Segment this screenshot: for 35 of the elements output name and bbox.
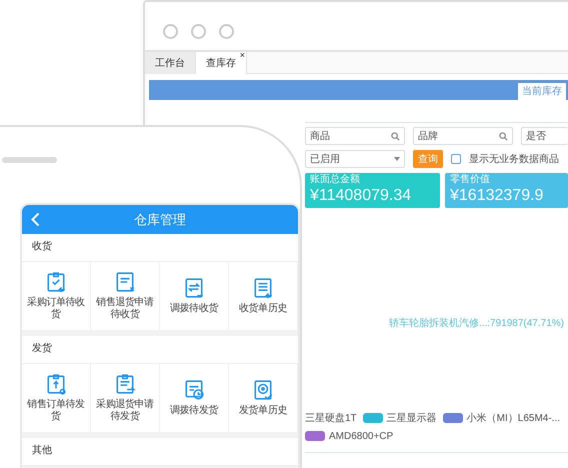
legend-label: 小米（MI）L65M4-...: [466, 413, 560, 424]
screen-title: 仓库管理: [134, 210, 186, 229]
tab[interactable]: 工作台: [145, 52, 196, 74]
clipboard-icon: [45, 271, 67, 293]
checkbox-label: 显示无业务数据商品: [469, 152, 559, 166]
clipboard-icon: [45, 373, 67, 395]
checkbox[interactable]: [451, 154, 461, 164]
legend-label: 三星显示器: [386, 413, 437, 424]
close-icon[interactable]: ×: [240, 49, 245, 62]
clipboard-icon: [114, 373, 136, 395]
status-dropdown[interactable]: 已启用: [305, 150, 405, 168]
document-icon: [183, 277, 205, 299]
window-control-icon[interactable]: [191, 24, 206, 38]
chart-label: 轿车轮胎拆装机汽修...:791987(47.71%): [388, 316, 564, 331]
search-field[interactable]: 是否: [521, 127, 568, 145]
stat-label: 账面总金额: [310, 174, 361, 186]
search-field[interactable]: 品牌: [413, 127, 513, 145]
back-icon[interactable]: [31, 212, 40, 227]
document-icon: [114, 271, 136, 293]
document-icon: [252, 379, 274, 401]
stat-value: ¥16132379.9: [450, 186, 544, 206]
stat-label: 零售价值: [450, 174, 491, 186]
document-icon: [252, 277, 274, 299]
search-icon: [499, 132, 508, 140]
caret-icon: [394, 157, 400, 161]
window-control-icon[interactable]: [219, 24, 234, 38]
tab[interactable]: 查库存 ×: [196, 52, 247, 74]
search-icon: [391, 132, 400, 140]
window-control-icon[interactable]: [163, 24, 178, 38]
search-field[interactable]: 商品: [305, 127, 405, 145]
legend-label: 三星硬盘1T: [305, 413, 357, 424]
stat-value: ¥11408079.34: [310, 186, 412, 206]
section-title: 其他: [22, 438, 298, 466]
legend-label: AMD6800+CP: [329, 431, 394, 442]
document-icon: [183, 379, 205, 401]
